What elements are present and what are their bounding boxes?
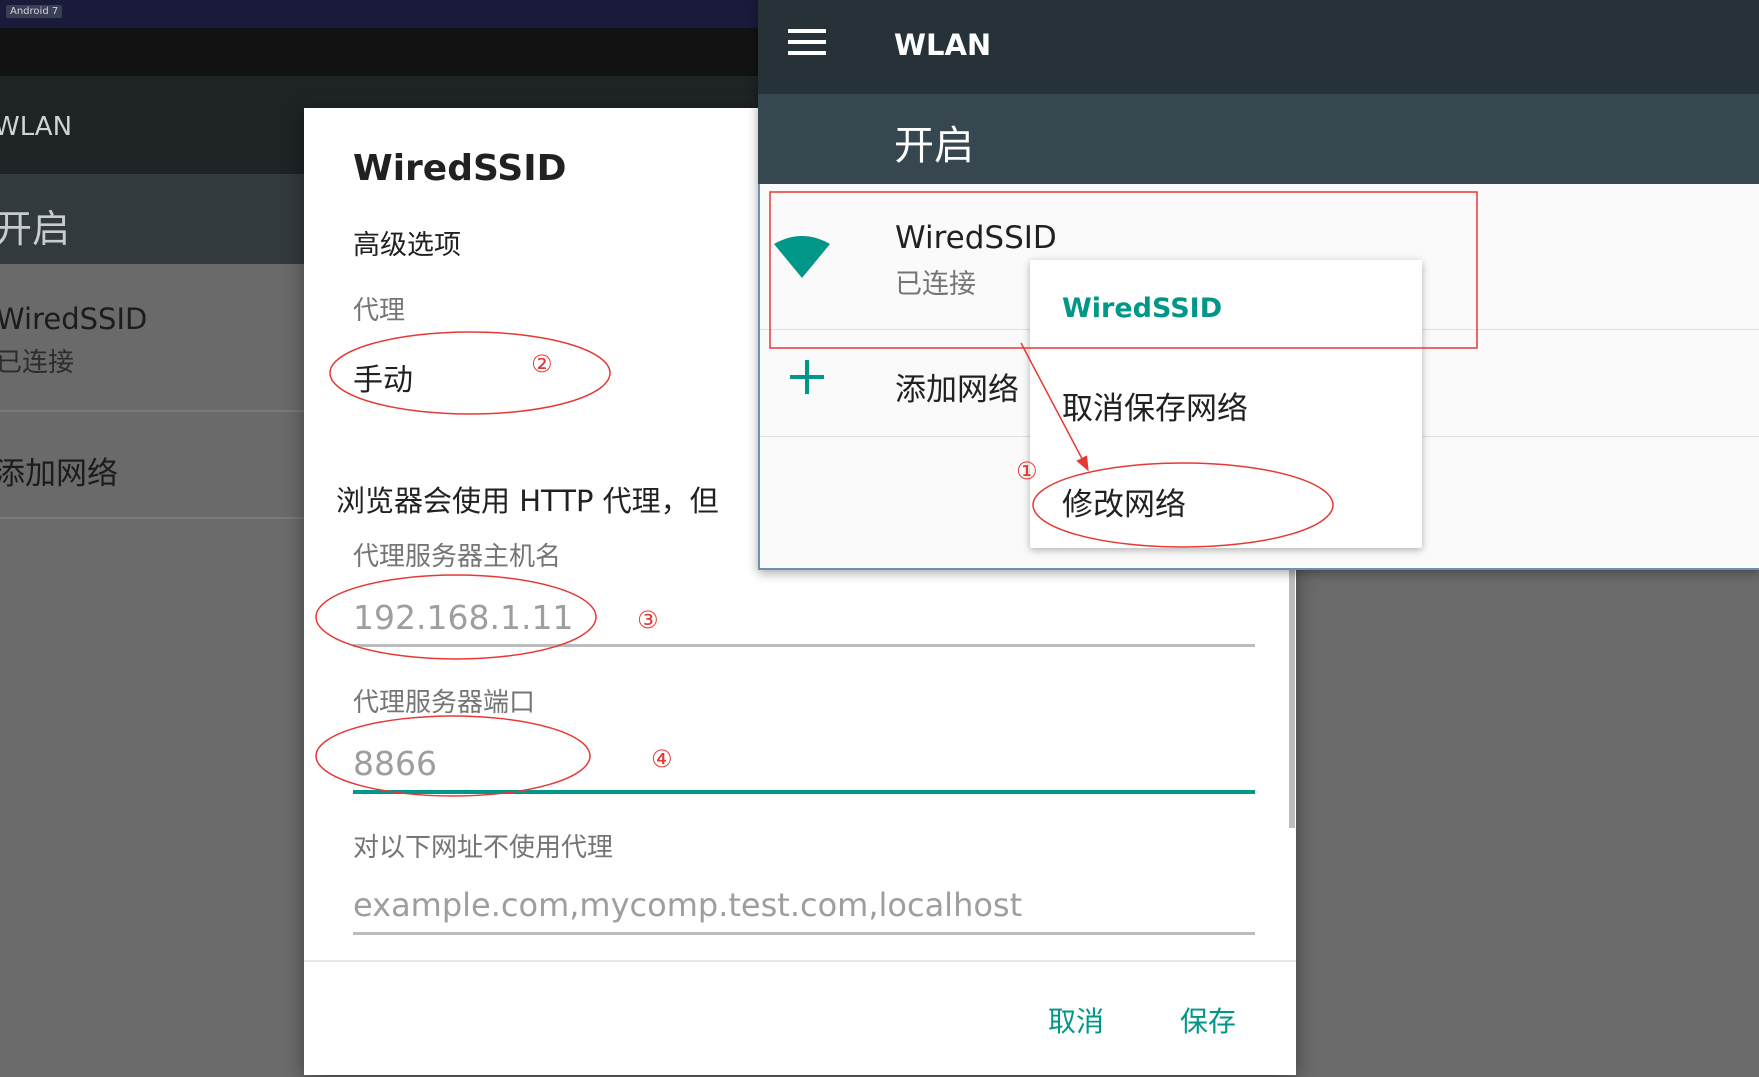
background-dark-strip bbox=[0, 28, 760, 76]
annotation-marker-3: ③ bbox=[637, 606, 659, 634]
annotation-marker-2: ② bbox=[531, 350, 553, 378]
proxy-warning-text: 浏览器会使用 HTTP 代理，但 bbox=[336, 484, 719, 518]
dialog-action-divider bbox=[304, 960, 1296, 962]
background-network-ssid: WiredSSID bbox=[0, 302, 148, 336]
wifi-signal-icon bbox=[774, 236, 830, 278]
proxy-label: 代理 bbox=[353, 296, 406, 326]
wlan-switch-label: 开启 bbox=[894, 123, 974, 169]
hamburger-menu-icon[interactable] bbox=[788, 29, 826, 55]
proxy-bypass-input[interactable] bbox=[353, 878, 1255, 935]
network-status: 已连接 bbox=[895, 269, 976, 300]
os-version-tag: Android 7 bbox=[6, 5, 63, 18]
background-add-network-label: 添加网络 bbox=[0, 456, 118, 492]
save-button[interactable]: 保存 bbox=[1180, 1000, 1236, 1040]
modify-network-menu-item[interactable]: 修改网络 bbox=[1062, 479, 1186, 524]
plus-icon bbox=[790, 360, 824, 394]
add-network-label: 添加网络 bbox=[895, 372, 1019, 408]
advanced-options-toggle[interactable]: 高级选项 bbox=[353, 223, 461, 262]
dialog-scrollbar[interactable] bbox=[1289, 568, 1295, 828]
forget-network-menu-item[interactable]: 取消保存网络 bbox=[1062, 383, 1248, 428]
proxy-bypass-label: 对以下网址不使用代理 bbox=[353, 833, 614, 863]
background-toolbar-title: WLAN bbox=[0, 112, 73, 142]
proxy-mode-select[interactable]: 手动 bbox=[353, 355, 413, 399]
dialog-title: WiredSSID bbox=[353, 148, 567, 189]
proxy-hostname-input[interactable] bbox=[353, 590, 1255, 647]
proxy-port-label: 代理服务器端口 bbox=[353, 688, 536, 718]
background-network-status: 已连接 bbox=[0, 348, 75, 378]
background-switch-label: 开启 bbox=[0, 207, 71, 251]
annotation-marker-1: ① bbox=[1016, 457, 1038, 485]
cancel-button[interactable]: 取消 bbox=[1048, 1000, 1104, 1040]
wlan-toolbar-title: WLAN bbox=[894, 28, 992, 62]
status-bar bbox=[0, 0, 760, 28]
network-ssid: WiredSSID bbox=[895, 220, 1057, 256]
proxy-port-input[interactable] bbox=[353, 736, 1255, 794]
context-menu-title: WiredSSID bbox=[1062, 293, 1223, 324]
proxy-hostname-label: 代理服务器主机名 bbox=[353, 542, 562, 572]
annotation-marker-4: ④ bbox=[651, 745, 673, 773]
